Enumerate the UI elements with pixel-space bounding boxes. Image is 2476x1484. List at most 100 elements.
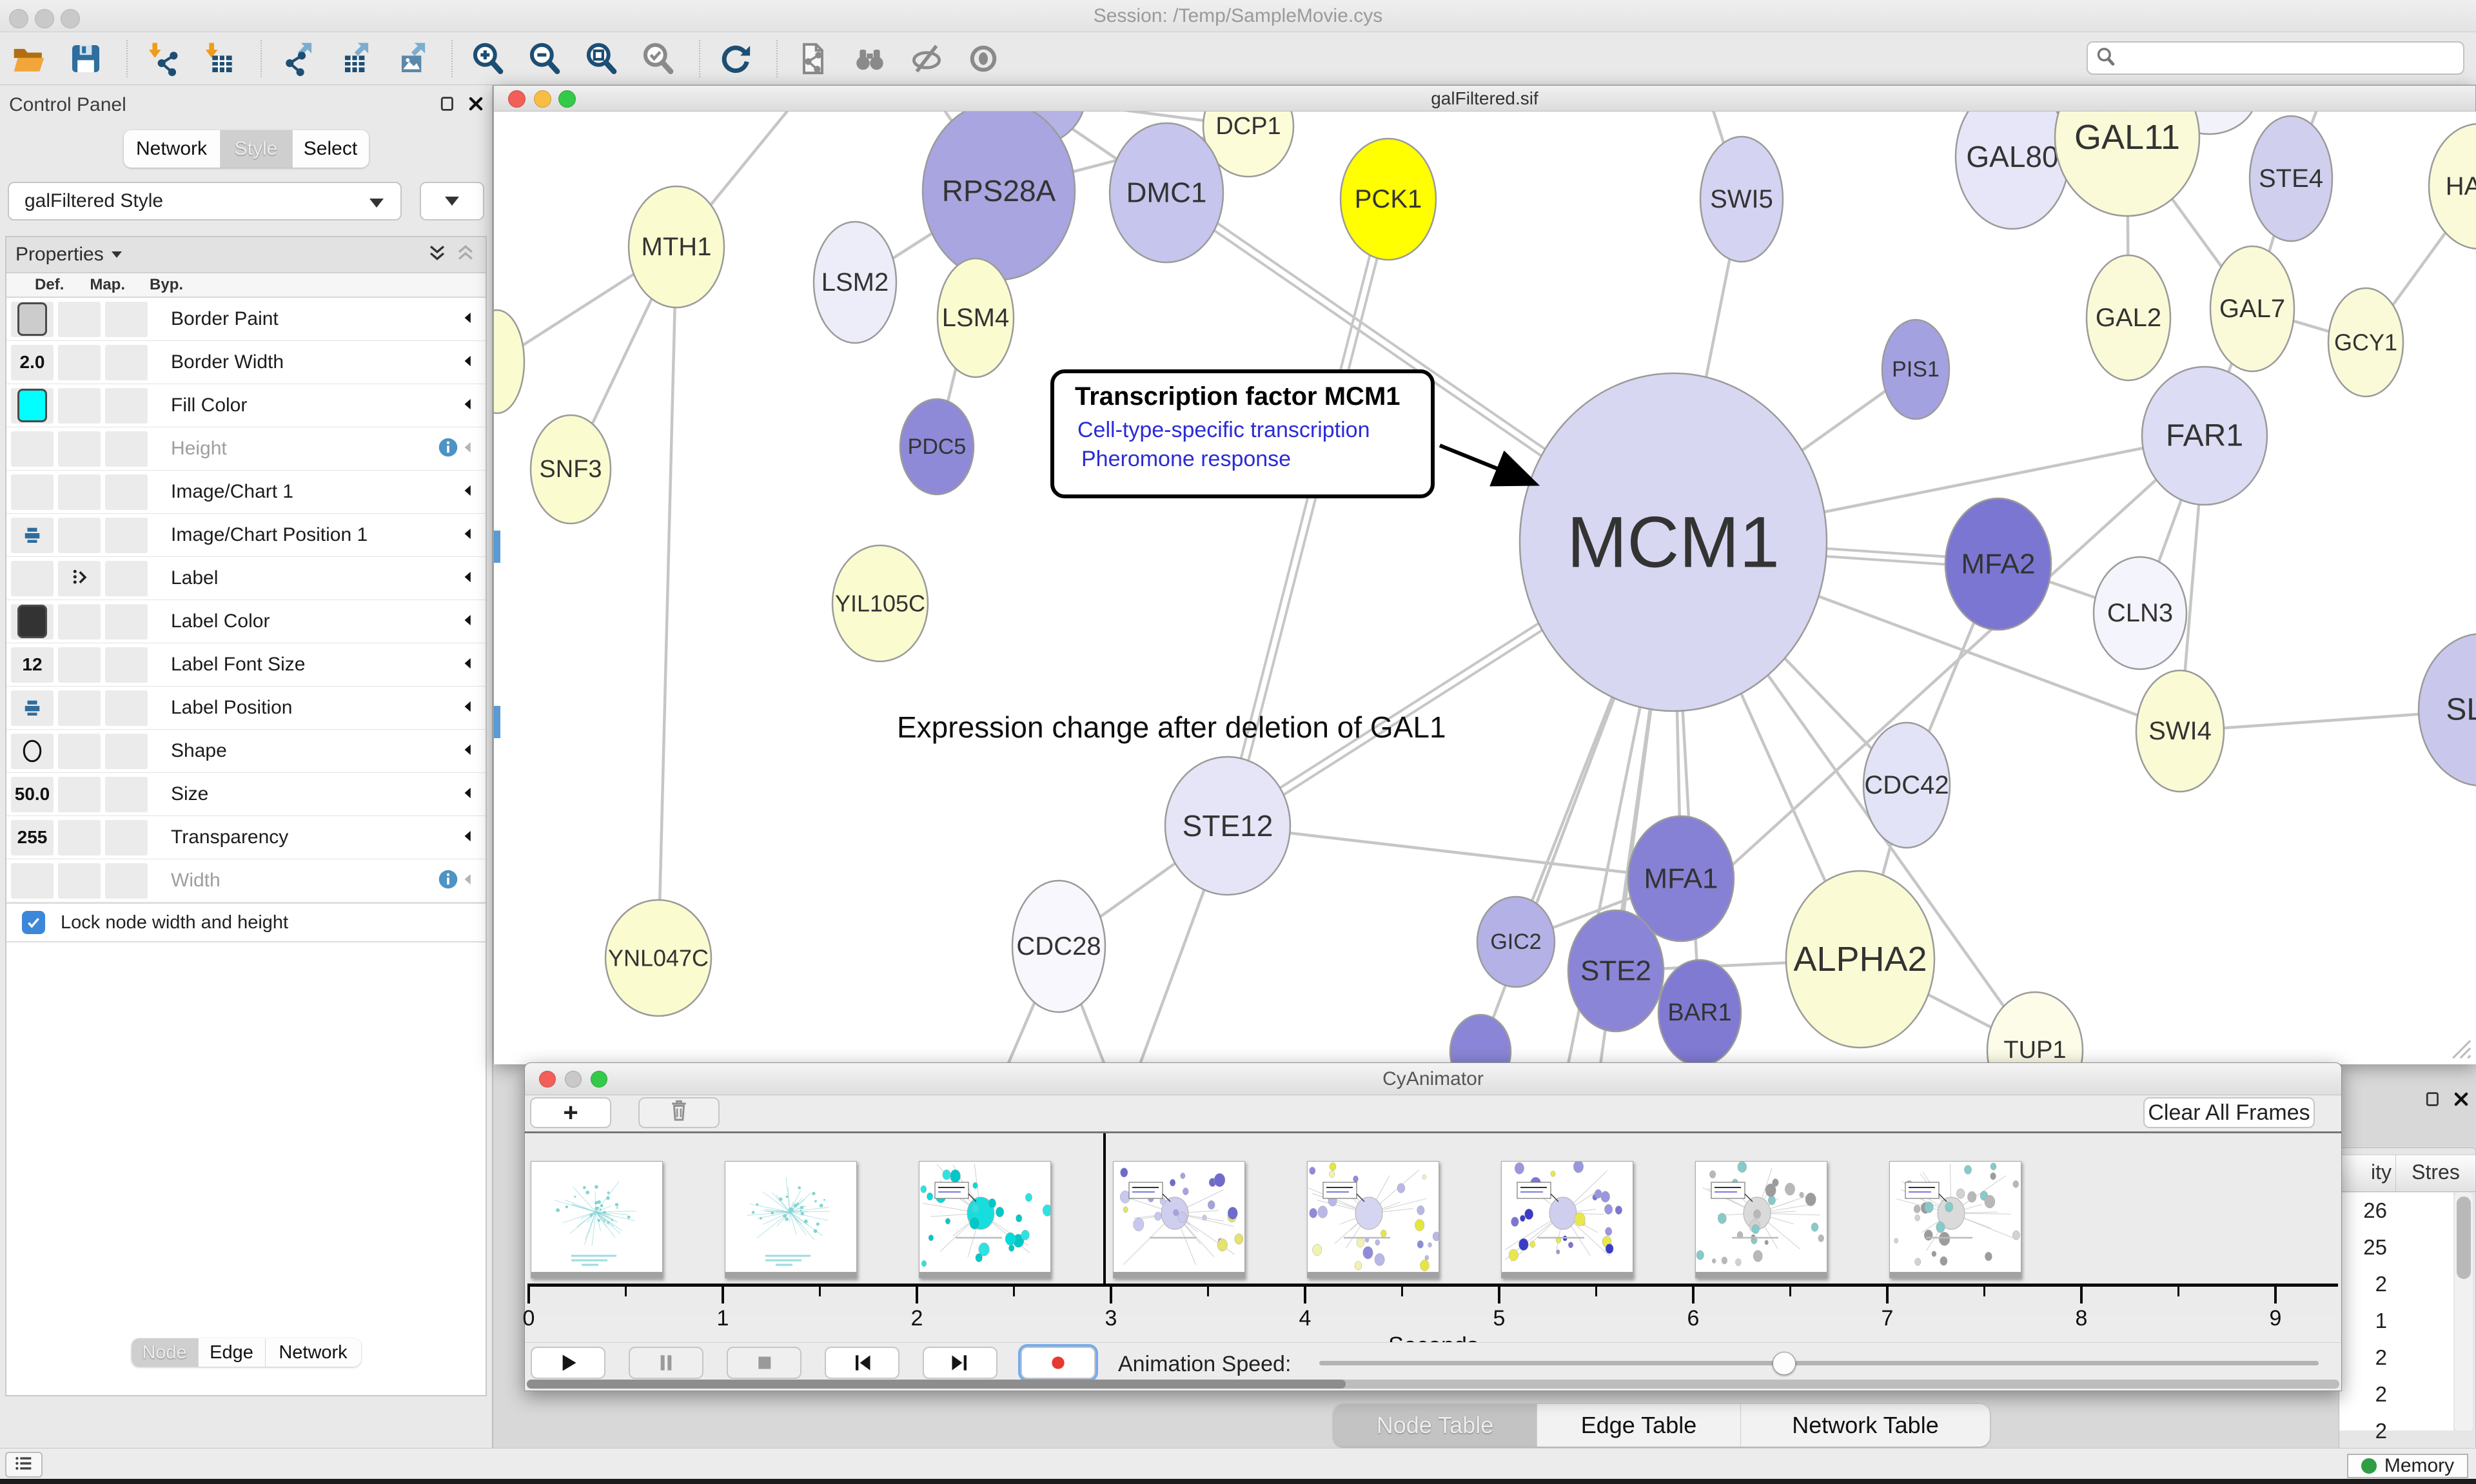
dev-panel-button[interactable] bbox=[5, 1452, 43, 1478]
network-node-HAP2[interactable]: HAP2 bbox=[2429, 124, 2476, 249]
map-cell[interactable] bbox=[58, 777, 101, 812]
network-node-PIS1[interactable]: PIS1 bbox=[1882, 320, 1949, 419]
info-icon[interactable] bbox=[437, 868, 460, 894]
style-selector[interactable]: galFiltered Style bbox=[8, 182, 402, 220]
byp-cell[interactable] bbox=[105, 518, 148, 553]
byp-cell[interactable] bbox=[105, 734, 148, 769]
property-row-border-paint[interactable]: Border Paint bbox=[6, 298, 486, 341]
property-row-image-chart-position-1[interactable]: Image/Chart Position 1 bbox=[6, 514, 486, 557]
clear-all-frames-button[interactable]: Clear All Frames bbox=[2143, 1097, 2315, 1128]
network-node-GAL7[interactable]: GAL7 bbox=[2210, 246, 2294, 371]
timeline-frame-4[interactable] bbox=[1307, 1161, 1439, 1278]
network-node-PCK1[interactable]: PCK1 bbox=[1341, 139, 1436, 260]
byp-cell[interactable] bbox=[105, 388, 148, 424]
timeline-frame-2[interactable] bbox=[919, 1161, 1051, 1278]
def-cell[interactable]: 2.0 bbox=[11, 345, 54, 380]
byp-cell[interactable] bbox=[105, 863, 148, 899]
network-node-PDC5[interactable]: PDC5 bbox=[900, 399, 974, 494]
byp-cell[interactable] bbox=[105, 345, 148, 380]
table-column-stress[interactable]: Stres bbox=[2396, 1155, 2475, 1191]
def-cell[interactable]: 255 bbox=[11, 820, 54, 855]
collapse-all-icon[interactable] bbox=[448, 242, 477, 268]
network-node-SNF3[interactable]: SNF3 bbox=[531, 415, 611, 523]
zoom-out-icon[interactable] bbox=[526, 40, 564, 77]
tab-node-table[interactable]: Node Table bbox=[1333, 1404, 1537, 1447]
timeline-scrollbar[interactable] bbox=[527, 1380, 2339, 1389]
tab-network[interactable]: Network bbox=[124, 130, 221, 168]
def-cell[interactable] bbox=[11, 474, 54, 510]
info-icon[interactable] bbox=[437, 436, 460, 462]
byp-cell[interactable] bbox=[105, 820, 148, 855]
def-cell[interactable] bbox=[11, 302, 54, 337]
def-cell[interactable] bbox=[11, 734, 54, 769]
lock-checkbox[interactable] bbox=[22, 911, 45, 934]
property-row-width[interactable]: Width bbox=[6, 859, 486, 903]
tab-select[interactable]: Select bbox=[293, 130, 369, 168]
cyanimator-titlebar[interactable]: CyAnimator bbox=[525, 1063, 2341, 1095]
table-cell[interactable]: 25 bbox=[2339, 1229, 2396, 1266]
table-cell[interactable]: 1 bbox=[2339, 1303, 2396, 1340]
annotation-link[interactable]: Cell-type-specific transcription bbox=[1077, 418, 1431, 443]
map-cell[interactable] bbox=[58, 302, 101, 337]
open-session-icon[interactable] bbox=[10, 40, 48, 77]
expand-row-icon[interactable] bbox=[460, 741, 477, 761]
next-button[interactable] bbox=[923, 1347, 997, 1379]
map-cell[interactable] bbox=[58, 518, 101, 553]
tab-edge-table[interactable]: Edge Table bbox=[1537, 1404, 1741, 1447]
playhead[interactable] bbox=[1103, 1133, 1106, 1285]
map-cell[interactable] bbox=[58, 431, 101, 467]
network-node-STE4[interactable]: STE4 bbox=[2250, 116, 2332, 241]
map-cell[interactable] bbox=[58, 561, 101, 596]
pause-button[interactable] bbox=[629, 1347, 703, 1379]
map-cell[interactable] bbox=[58, 345, 101, 380]
network-node-GAL80[interactable]: GAL80 bbox=[1956, 112, 2069, 229]
byp-cell[interactable] bbox=[105, 474, 148, 510]
network-node-YNL047C[interactable]: YNL047C bbox=[605, 900, 711, 1016]
table-column-ity[interactable]: ity bbox=[2339, 1155, 2396, 1191]
expand-all-icon[interactable] bbox=[420, 242, 448, 268]
expand-row-icon[interactable] bbox=[460, 525, 477, 545]
byp-cell[interactable] bbox=[105, 777, 148, 812]
map-cell[interactable] bbox=[58, 863, 101, 899]
network-node-GAL11[interactable]: GAL11 bbox=[2055, 112, 2199, 216]
def-cell[interactable] bbox=[11, 690, 54, 726]
network-node-FAR1[interactable]: FAR1 bbox=[2142, 367, 2267, 505]
table-cell[interactable]: 26 bbox=[2339, 1193, 2396, 1229]
expand-row-icon[interactable] bbox=[460, 655, 477, 675]
network-node-CDC42[interactable]: CDC42 bbox=[1863, 723, 1950, 848]
previous-button[interactable] bbox=[825, 1347, 899, 1379]
show-details-icon[interactable] bbox=[965, 40, 1002, 77]
timeline-frame-0[interactable] bbox=[531, 1161, 663, 1278]
network-node-STE12[interactable]: STE12 bbox=[1165, 757, 1290, 895]
property-row-image-chart-1[interactable]: Image/Chart 1 bbox=[6, 471, 486, 514]
expand-row-icon[interactable] bbox=[460, 396, 477, 416]
table-cell[interactable]: 2 bbox=[2339, 1376, 2396, 1413]
record-button[interactable] bbox=[1021, 1347, 1096, 1379]
delete-frame-button[interactable] bbox=[638, 1097, 720, 1128]
refresh-layout-icon[interactable] bbox=[717, 40, 754, 77]
network-node-ALPHA2[interactable]: ALPHA2 bbox=[1786, 871, 1934, 1048]
memory-button[interactable]: Memory bbox=[2347, 1454, 2468, 1478]
table-cell[interactable]: 2 bbox=[2339, 1266, 2396, 1303]
timeline-frame-1[interactable] bbox=[725, 1161, 857, 1278]
zoom-selected-icon[interactable] bbox=[640, 40, 677, 77]
property-row-label-font-size[interactable]: 12Label Font Size bbox=[6, 643, 486, 687]
animation-timeline[interactable]: 0123456789Seconds bbox=[525, 1133, 2341, 1316]
expand-row-icon[interactable] bbox=[460, 309, 477, 329]
import-table-icon[interactable] bbox=[201, 40, 239, 77]
expand-row-icon[interactable] bbox=[460, 482, 477, 502]
def-cell[interactable] bbox=[11, 518, 54, 553]
byp-cell[interactable] bbox=[105, 690, 148, 726]
timeline-frame-3[interactable] bbox=[1113, 1161, 1245, 1278]
expand-row-icon[interactable] bbox=[460, 785, 477, 805]
network-node-SWI5[interactable]: SWI5 bbox=[1700, 137, 1783, 262]
map-cell[interactable] bbox=[58, 604, 101, 639]
network-node-LSM4[interactable]: LSM4 bbox=[938, 259, 1014, 377]
property-row-label-position[interactable]: Label Position bbox=[6, 687, 486, 730]
table-scrollbar[interactable] bbox=[2455, 1193, 2473, 1430]
property-row-border-width[interactable]: 2.0Border Width bbox=[6, 341, 486, 384]
network-node-MTH1[interactable]: MTH1 bbox=[629, 186, 724, 308]
hide-details-icon[interactable] bbox=[908, 40, 945, 77]
zoom-in-icon[interactable] bbox=[469, 40, 507, 77]
timeline-frame-6[interactable] bbox=[1695, 1161, 1827, 1278]
